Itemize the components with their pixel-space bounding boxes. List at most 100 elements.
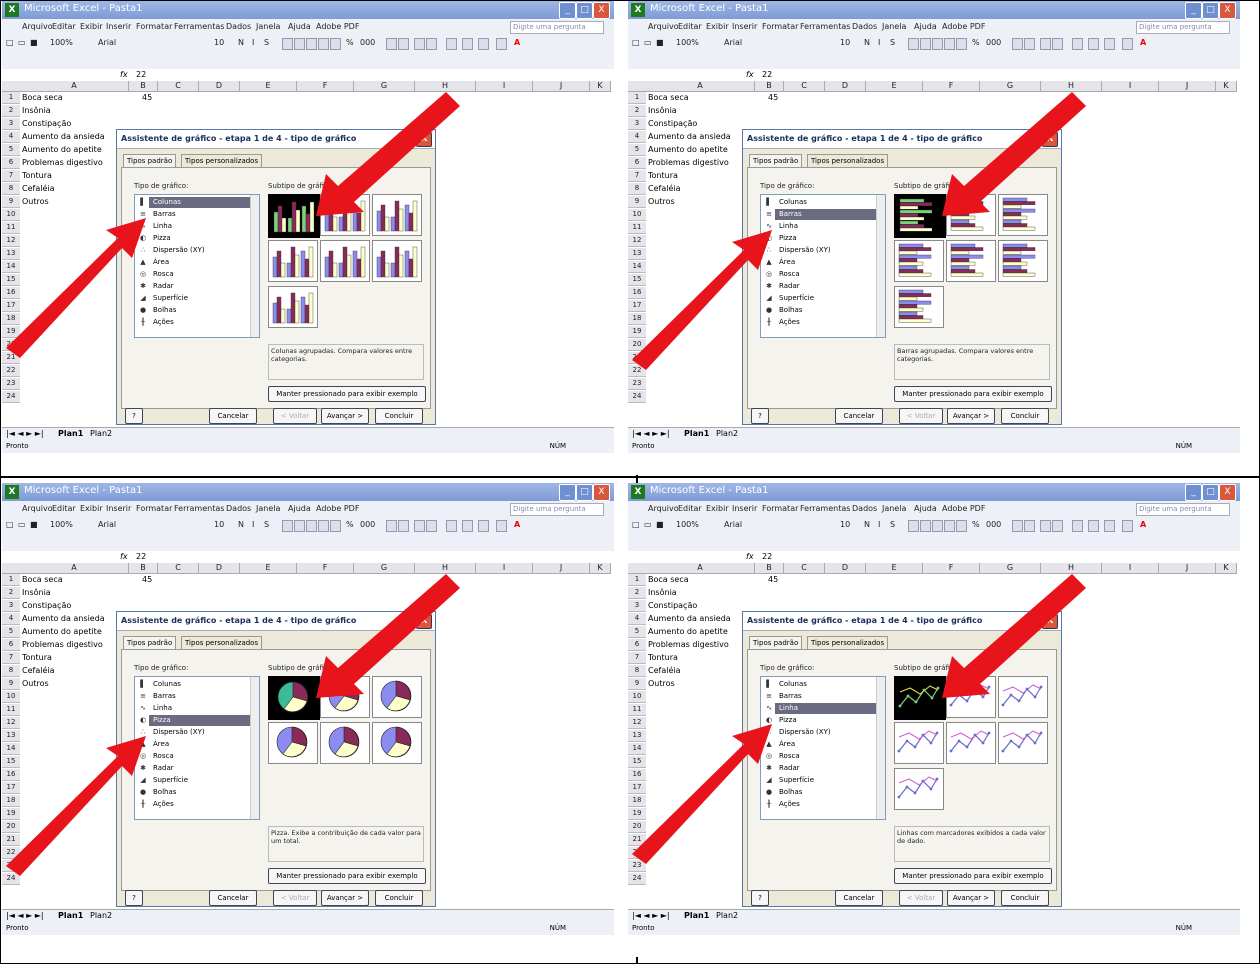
row-header[interactable]: 11 <box>2 704 20 716</box>
column-header[interactable]: B <box>129 81 158 92</box>
row-header[interactable]: 5 <box>628 144 646 156</box>
toolbar-icon[interactable] <box>1012 38 1023 50</box>
chart-type-item[interactable]: Radar <box>153 281 174 292</box>
toolbar-icon[interactable] <box>956 38 967 50</box>
row-header[interactable]: 1 <box>2 92 20 104</box>
row-header[interactable]: 12 <box>628 235 646 247</box>
toolbar-icon[interactable] <box>1104 38 1115 50</box>
menu-item-inserir[interactable]: Inserir <box>106 504 131 513</box>
menu-item-editar[interactable]: Editar <box>678 22 702 31</box>
row-header[interactable]: 12 <box>2 235 20 247</box>
row-header[interactable]: 21 <box>628 834 646 846</box>
chart-type-item[interactable]: Colunas <box>779 197 807 208</box>
menu-item-inserir[interactable]: Inserir <box>732 22 757 31</box>
new-file-icon[interactable]: □ <box>632 38 640 50</box>
column-header[interactable]: I <box>476 563 533 574</box>
menu-item-adobe-pdf[interactable]: Adobe PDF <box>942 22 985 31</box>
row-header[interactable]: 4 <box>2 131 20 143</box>
cell-label[interactable]: Problemas digestivo <box>22 639 103 650</box>
toolbar-icon[interactable] <box>330 520 341 532</box>
chart-type-item[interactable]: Área <box>153 739 169 750</box>
cell-label[interactable]: Insônia <box>648 105 677 116</box>
toolbar-icon[interactable] <box>446 520 457 532</box>
row-header[interactable]: 1 <box>628 574 646 586</box>
column-header[interactable]: H <box>1041 81 1102 92</box>
formula-value[interactable]: 22 <box>136 552 146 561</box>
thousands-button[interactable]: 000 <box>360 38 375 50</box>
help-search-input[interactable]: Digite uma pergunta <box>510 21 604 34</box>
chart-subtype-option[interactable] <box>894 768 944 810</box>
chart-type-list[interactable]: ▌ Colunas ≡ Barras ∿ Linha ◐ Pizza ∴ Dispersão (X… <box>134 676 260 820</box>
chart-subtype-option[interactable] <box>268 194 320 238</box>
window-minimize-button[interactable]: _ <box>559 484 576 501</box>
chart-type-item[interactable]: Área <box>779 739 795 750</box>
row-header[interactable]: 16 <box>2 769 20 781</box>
column-header[interactable]: H <box>415 563 476 574</box>
menu-item-dados[interactable]: Dados <box>226 22 251 31</box>
percent-button[interactable]: % <box>346 520 354 532</box>
chart-type-item[interactable]: Barras <box>153 209 176 220</box>
font-select[interactable]: Arial <box>724 520 742 532</box>
window-close-button[interactable]: X <box>1219 484 1236 501</box>
tab-standard-types[interactable]: Tipos padrão <box>123 636 177 649</box>
column-header[interactable]: B <box>755 563 784 574</box>
toolbar-icon[interactable] <box>1104 520 1115 532</box>
chart-type-item[interactable]: Superfície <box>153 775 188 786</box>
chart-subtype-option[interactable] <box>268 676 320 720</box>
thousands-button[interactable]: 000 <box>360 520 375 532</box>
row-header[interactable]: 19 <box>628 326 646 338</box>
chart-subtype-option[interactable] <box>268 722 318 764</box>
save-icon[interactable]: ■ <box>656 38 664 50</box>
list-scrollbar[interactable] <box>876 677 885 819</box>
row-header[interactable]: 9 <box>628 678 646 690</box>
chart-type-item[interactable]: Barras <box>779 691 802 702</box>
save-icon[interactable]: ■ <box>656 520 664 532</box>
cell-label[interactable]: Boca seca <box>648 574 689 585</box>
corner-cell[interactable] <box>2 563 21 574</box>
row-header[interactable]: 24 <box>628 873 646 885</box>
sheet-tab-plan1[interactable]: Plan1 <box>684 429 709 438</box>
dialog-help-button[interactable]: ? <box>1025 614 1041 629</box>
font-select[interactable]: Arial <box>98 520 116 532</box>
menu-item-formatar[interactable]: Formatar <box>136 22 172 31</box>
cell-label[interactable]: Aumento da ansieda <box>22 613 105 624</box>
toolbar-icon[interactable] <box>306 520 317 532</box>
toolbar-icon[interactable] <box>1072 38 1083 50</box>
column-header[interactable]: A <box>20 563 129 574</box>
row-header[interactable]: 4 <box>628 613 646 625</box>
next-button[interactable]: Avançar > <box>947 890 995 906</box>
column-header[interactable]: C <box>784 563 825 574</box>
row-header[interactable]: 15 <box>2 274 20 286</box>
menu-item-formatar[interactable]: Formatar <box>762 504 798 513</box>
row-header[interactable]: 3 <box>628 600 646 612</box>
toolbar-icon[interactable] <box>318 520 329 532</box>
cell-label[interactable]: Problemas digestivo <box>648 639 729 650</box>
corner-cell[interactable] <box>2 81 21 92</box>
row-header[interactable]: 15 <box>628 274 646 286</box>
italic-button[interactable]: I <box>252 38 254 50</box>
list-scrollbar[interactable] <box>250 195 259 337</box>
open-icon[interactable]: ▭ <box>18 520 26 532</box>
chart-type-item[interactable]: Colunas <box>153 679 181 690</box>
menu-item-formatar[interactable]: Formatar <box>762 22 798 31</box>
menu-item-exibir[interactable]: Exibir <box>706 22 729 31</box>
cell-label[interactable]: Boca seca <box>22 92 63 103</box>
chart-type-item[interactable]: Radar <box>153 763 174 774</box>
menu-item-exibir[interactable]: Exibir <box>80 504 103 513</box>
chart-subtype-option[interactable] <box>998 240 1048 282</box>
row-header[interactable]: 13 <box>628 730 646 742</box>
toolbar-icon[interactable] <box>944 520 955 532</box>
row-header[interactable]: 12 <box>2 717 20 729</box>
row-header[interactable]: 18 <box>628 795 646 807</box>
cell-label[interactable]: Tontura <box>648 652 678 663</box>
column-header[interactable]: H <box>415 81 476 92</box>
chart-type-item[interactable]: Ações <box>779 317 800 328</box>
cell-label[interactable]: Insônia <box>22 105 51 116</box>
column-header[interactable]: A <box>646 81 755 92</box>
cell-label[interactable]: Cefaléia <box>648 665 681 676</box>
row-header[interactable]: 6 <box>628 157 646 169</box>
row-header[interactable]: 13 <box>2 730 20 742</box>
dialog-close-button[interactable]: X <box>416 614 432 629</box>
row-header[interactable]: 19 <box>2 808 20 820</box>
menu-item-adobe-pdf[interactable]: Adobe PDF <box>316 504 359 513</box>
